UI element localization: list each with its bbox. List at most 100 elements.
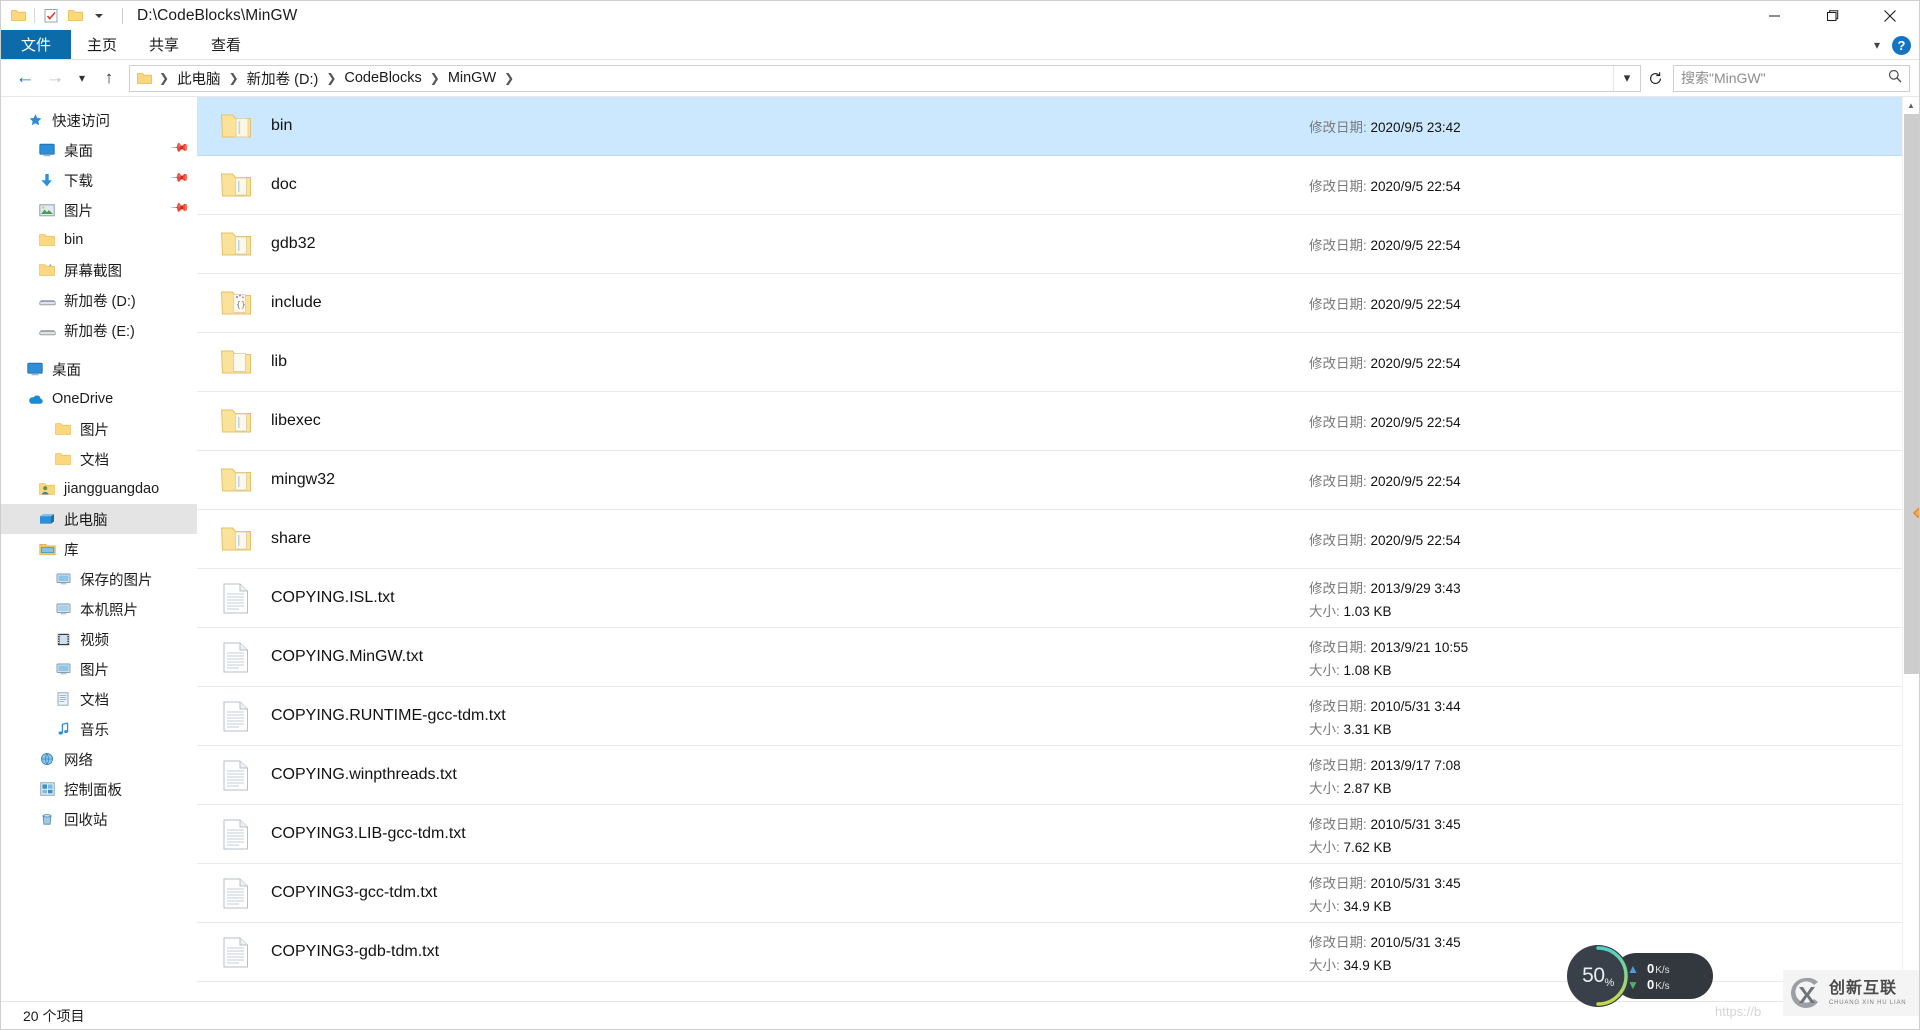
search-input[interactable]: 搜索"MinGW" — [1673, 64, 1910, 92]
forward-arrow-icon[interactable]: → — [40, 63, 70, 93]
sidebar-item-recycle-bin[interactable]: 回收站 — [1, 804, 197, 834]
table-row[interactable]: COPYING.MinGW.txt 修改日期: 2013/9/21 10:55 … — [197, 628, 1919, 687]
file-date: 修改日期: 2013/9/17 7:08 — [1309, 754, 1739, 774]
tab-home[interactable]: 主页 — [71, 30, 133, 59]
pin-icon[interactable]: 📌 — [170, 198, 195, 223]
address-history-chevron-down-icon[interactable]: ▾ — [1614, 66, 1640, 91]
sidebar-item-bin[interactable]: bin — [1, 225, 197, 255]
sidebar-item-label: OneDrive — [52, 391, 114, 407]
scrollbar-track[interactable] — [1902, 114, 1919, 984]
brand-name-pinyin: CHUANG XIN HU LIAN — [1829, 999, 1907, 1006]
date-label: 修改日期: — [1309, 816, 1367, 832]
tab-share[interactable]: 共享 — [133, 30, 195, 59]
breadcrumb-item-this-pc[interactable]: 此电脑 — [174, 68, 224, 89]
sidebar-item-this-pc[interactable]: 此电脑 — [1, 504, 197, 534]
navigation-pane[interactable]: 快速访问 桌面 📌 下载 📌 图片 📌 bin 屏幕截图 新加卷 (D:) 新加… — [1, 97, 197, 1001]
table-row[interactable]: bin 修改日期: 2020/9/5 23:42 — [197, 97, 1919, 156]
sidebar-item-library-pictures[interactable]: 图片 — [1, 654, 197, 684]
cpu-gauge[interactable]: 50% — [1567, 945, 1629, 1007]
tab-file[interactable]: 文件 — [1, 30, 72, 59]
sidebar-item-network[interactable]: 网络 — [1, 744, 197, 774]
sidebar-item-music[interactable]: 音乐 — [1, 714, 197, 744]
breadcrumb[interactable]: ❯ 此电脑 ❯ 新加卷 (D:) ❯ CodeBlocks ❯ MinGW ❯ … — [129, 64, 1641, 92]
folder-icon — [219, 224, 253, 264]
sidebar-item-onedrive-pictures[interactable]: 图片 — [1, 414, 197, 444]
ribbon-right-controls: ▾ ? — [1874, 30, 1911, 60]
up-arrow-icon[interactable]: ↑ — [94, 63, 124, 93]
file-meta: 修改日期: 2010/5/31 3:44 大小: 3.31 KB — [1309, 695, 1739, 738]
sidebar-item-drive-d[interactable]: 新加卷 (D:) — [1, 285, 197, 315]
sidebar-item-onedrive-documents[interactable]: 文档 — [1, 444, 197, 474]
file-meta: 修改日期: 2013/9/29 3:43 大小: 1.03 KB — [1309, 577, 1739, 620]
sidebar-item-label: 库 — [64, 542, 79, 559]
sidebar-item-pictures[interactable]: 图片 📌 — [1, 195, 197, 225]
scrollbar-thumb[interactable] — [1903, 114, 1919, 674]
expand-ribbon-chevron-down-icon[interactable]: ▾ — [1874, 38, 1880, 52]
window-controls — [1745, 1, 1919, 30]
sidebar-item-videos[interactable]: 视频 — [1, 624, 197, 654]
table-row[interactable]: share 修改日期: 2020/9/5 22:54 — [197, 510, 1919, 569]
file-meta: 修改日期: 2013/9/21 10:55 大小: 1.08 KB — [1309, 636, 1739, 679]
file-date: 修改日期: 2020/9/5 22:54 — [1309, 411, 1739, 431]
pin-icon[interactable]: 📌 — [170, 138, 195, 163]
sidebar-item-screenshots[interactable]: 屏幕截图 — [1, 255, 197, 285]
folder-code-icon: {} — [219, 283, 253, 323]
file-name: COPYING3-gcc-tdm.txt — [271, 884, 438, 901]
customize-quick-access-chevron-down-icon[interactable] — [88, 5, 110, 27]
tab-view[interactable]: 查看 — [195, 30, 257, 59]
table-row[interactable]: COPYING.ISL.txt 修改日期: 2013/9/29 3:43 大小:… — [197, 569, 1919, 628]
vertical-scrollbar[interactable]: ▲ ▼ — [1902, 97, 1919, 1001]
date-label: 修改日期: — [1309, 179, 1367, 194]
sidebar-item-label: 快速访问 — [52, 113, 110, 130]
refresh-icon[interactable] — [1641, 65, 1669, 92]
file-list-pane[interactable]: bin 修改日期: 2020/9/5 23:42 doc 修改日期: 2020/… — [197, 97, 1919, 1001]
sidebar-item-control-panel[interactable]: 控制面板 — [1, 774, 197, 804]
folder-icon[interactable] — [7, 5, 29, 27]
date-label: 修改日期: — [1309, 356, 1367, 371]
table-row[interactable]: gdb32 修改日期: 2020/9/5 22:54 — [197, 215, 1919, 274]
performance-widget[interactable]: ▲ ▼ 0 K/s 0 K/s 50% — [1567, 945, 1715, 1007]
table-row[interactable]: COPYING.RUNTIME-gcc-tdm.txt 修改日期: 2010/5… — [197, 687, 1919, 746]
table-row[interactable]: COPYING3-gcc-tdm.txt 修改日期: 2010/5/31 3:4… — [197, 864, 1919, 923]
sidebar-item-library-documents[interactable]: 文档 — [1, 684, 197, 714]
pin-icon[interactable]: 📌 — [170, 168, 195, 193]
date-label: 修改日期: — [1309, 120, 1367, 135]
file-date: 修改日期: 2020/9/5 22:54 — [1309, 175, 1739, 195]
quick-access-toolbar — [1, 5, 123, 27]
date-value: 2020/9/5 22:54 — [1370, 356, 1461, 371]
sidebar-item-desktop-root[interactable]: 桌面 — [1, 354, 197, 384]
sidebar-item-user-jiangguangdao[interactable]: jiangguangdao — [1, 474, 197, 504]
sidebar-item-desktop[interactable]: 桌面 📌 — [1, 135, 197, 165]
table-row[interactable]: lib 修改日期: 2020/9/5 22:54 — [197, 333, 1919, 392]
properties-icon[interactable] — [40, 5, 62, 27]
scroll-up-icon[interactable]: ▲ — [1903, 97, 1920, 114]
file-date: 修改日期: 2020/9/5 23:42 — [1309, 116, 1739, 136]
new-folder-icon[interactable] — [64, 5, 86, 27]
sidebar-item-drive-e[interactable]: 新加卷 (E:) — [1, 315, 197, 345]
table-row[interactable]: libexec 修改日期: 2020/9/5 22:54 — [197, 392, 1919, 451]
breadcrumb-item-mingw[interactable]: MinGW — [445, 70, 499, 86]
close-icon[interactable] — [1861, 1, 1919, 30]
sidebar-item-camera-roll[interactable]: 本机照片 — [1, 594, 197, 624]
breadcrumb-list: ❯ 此电脑 ❯ 新加卷 (D:) ❯ CodeBlocks ❯ MinGW ❯ — [130, 68, 1613, 89]
date-label: 修改日期: — [1309, 757, 1367, 773]
table-row[interactable]: {} include 修改日期: 2020/9/5 22:54 — [197, 274, 1919, 333]
minimize-icon[interactable] — [1745, 1, 1803, 30]
sidebar-item-label: 新加卷 (D:) — [64, 293, 136, 310]
help-icon[interactable]: ? — [1892, 35, 1911, 55]
recent-locations-chevron-down-icon[interactable]: ▾ — [70, 63, 94, 93]
table-row[interactable]: COPYING3.LIB-gcc-tdm.txt 修改日期: 2010/5/31… — [197, 805, 1919, 864]
sidebar-item-libraries[interactable]: 库 — [1, 534, 197, 564]
table-row[interactable]: COPYING.winpthreads.txt 修改日期: 2013/9/17 … — [197, 746, 1919, 805]
breadcrumb-item-codeblocks[interactable]: CodeBlocks — [341, 70, 424, 86]
sidebar-item-downloads[interactable]: 下载 📌 — [1, 165, 197, 195]
breadcrumb-item-drive-d[interactable]: 新加卷 (D:) — [244, 68, 322, 89]
table-row[interactable]: mingw32 修改日期: 2020/9/5 22:54 — [197, 451, 1919, 510]
back-arrow-icon[interactable]: ← — [10, 63, 40, 93]
table-row[interactable]: doc 修改日期: 2020/9/5 22:54 — [197, 156, 1919, 215]
maximize-icon[interactable] — [1803, 1, 1861, 30]
sidebar-item-saved-pictures[interactable]: 保存的图片 — [1, 564, 197, 594]
search-icon[interactable] — [1888, 69, 1902, 88]
sidebar-item-quick-access[interactable]: 快速访问 — [1, 105, 197, 135]
sidebar-item-onedrive[interactable]: OneDrive — [1, 384, 197, 414]
